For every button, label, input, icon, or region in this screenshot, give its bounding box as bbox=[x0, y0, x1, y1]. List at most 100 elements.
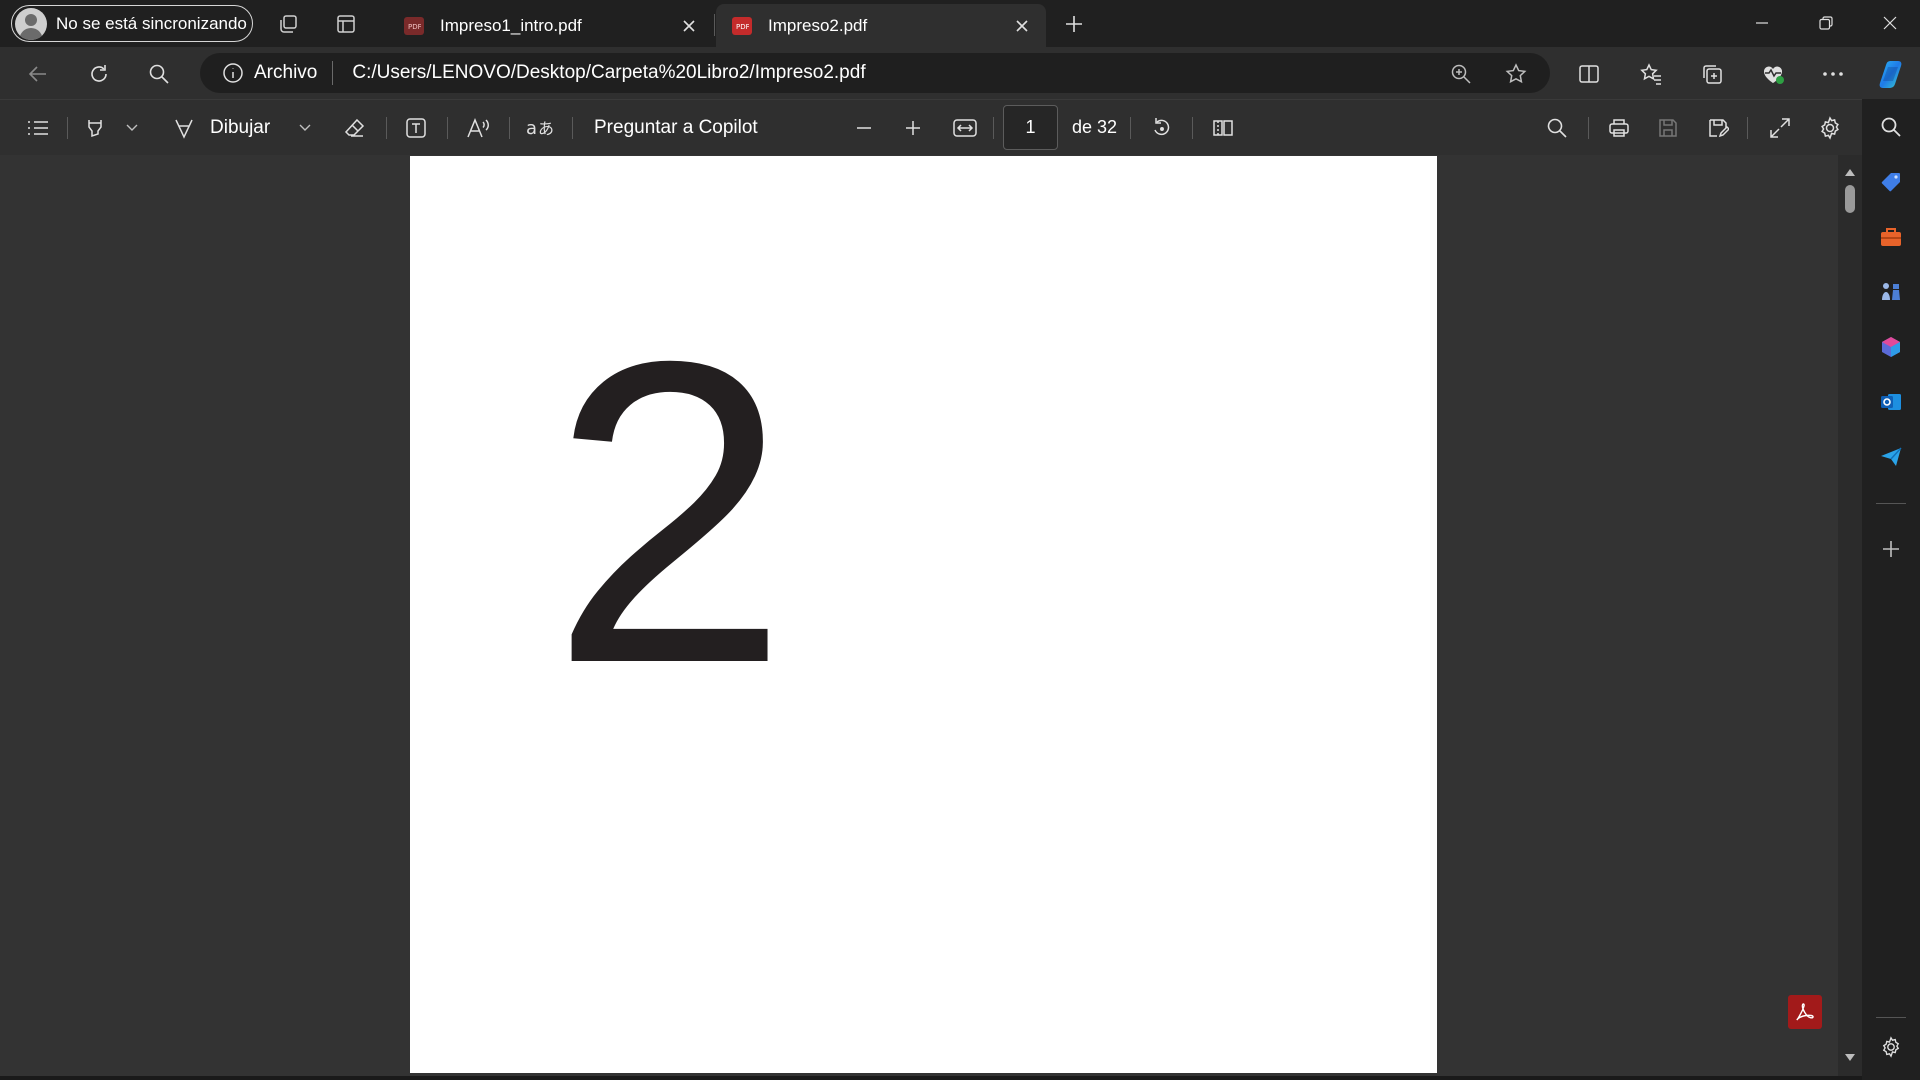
svg-text:PDF: PDF bbox=[736, 23, 749, 31]
pdf-toolbar: Dibujar aあ Preguntar a Copilot de 32 bbox=[0, 99, 1862, 155]
address-bar: Archivo C:/Users/LENOVO/Desktop/Carpeta%… bbox=[0, 47, 1920, 99]
ask-copilot-label: Preguntar a Copilot bbox=[594, 117, 758, 138]
split-screen-icon[interactable] bbox=[1572, 57, 1606, 91]
minimize-icon[interactable] bbox=[1732, 0, 1792, 46]
send-icon[interactable] bbox=[1873, 439, 1909, 475]
fullscreen-icon[interactable] bbox=[1764, 112, 1796, 144]
edge-sidebar bbox=[1862, 99, 1920, 1080]
close-tab-icon[interactable] bbox=[1008, 12, 1036, 40]
chevron-down-icon[interactable] bbox=[295, 112, 315, 144]
scroll-down-arrow-icon[interactable] bbox=[1844, 1053, 1856, 1063]
acrobat-icon[interactable] bbox=[1788, 995, 1822, 1029]
highlight-icon[interactable] bbox=[80, 112, 112, 144]
contents-list-icon[interactable] bbox=[22, 112, 54, 144]
copilot-icon[interactable] bbox=[1873, 56, 1909, 92]
svg-text:あ: あ bbox=[538, 119, 554, 138]
search-icon[interactable] bbox=[142, 57, 176, 91]
pdf-icon: PDF bbox=[732, 16, 752, 35]
page-view-icon[interactable] bbox=[1207, 112, 1239, 144]
site-info-button[interactable]: Archivo bbox=[222, 53, 317, 93]
find-icon[interactable] bbox=[1540, 112, 1574, 144]
zoom-in-icon[interactable] bbox=[897, 112, 929, 144]
toolbar-divider bbox=[509, 117, 510, 139]
draw-label: Dibujar bbox=[210, 117, 271, 138]
fit-width-icon[interactable] bbox=[948, 112, 982, 144]
tools-briefcase-icon[interactable] bbox=[1873, 219, 1909, 255]
zoom-icon[interactable] bbox=[1444, 57, 1478, 91]
tab-divider bbox=[714, 14, 715, 36]
scroll-up-arrow-icon[interactable] bbox=[1844, 167, 1856, 177]
svg-text:a: a bbox=[526, 118, 537, 139]
toolbar-divider bbox=[447, 117, 448, 139]
toolbar-divider bbox=[1130, 117, 1131, 139]
profile-button[interactable]: No se está sincronizando bbox=[11, 5, 253, 42]
new-tab-icon[interactable] bbox=[1058, 8, 1090, 40]
back-arrow-icon[interactable] bbox=[21, 57, 55, 91]
sidebar-settings-gear-icon[interactable] bbox=[1873, 1029, 1909, 1065]
rotate-icon[interactable] bbox=[1146, 112, 1178, 144]
omnibox[interactable]: Archivo C:/Users/LENOVO/Desktop/Carpeta%… bbox=[200, 53, 1550, 93]
save-icon[interactable] bbox=[1652, 112, 1684, 144]
refresh-icon[interactable] bbox=[82, 57, 116, 91]
eraser-icon[interactable] bbox=[339, 112, 371, 144]
add-icon[interactable] bbox=[1873, 531, 1909, 567]
draw-pen-icon bbox=[175, 119, 193, 139]
vertical-scrollbar[interactable] bbox=[1838, 155, 1862, 1080]
info-icon bbox=[223, 63, 243, 83]
tab-title: Impreso2.pdf bbox=[768, 15, 868, 35]
toolbar-divider bbox=[993, 117, 994, 139]
more-menu-icon[interactable] bbox=[1816, 57, 1850, 91]
profile-label: No se está sincronizando bbox=[56, 13, 247, 33]
settings-gear-icon[interactable] bbox=[1814, 112, 1846, 144]
page-large-number: 2 bbox=[550, 351, 789, 671]
avatar-icon bbox=[15, 7, 47, 40]
site-label: Archivo bbox=[254, 62, 318, 83]
translate-icon[interactable]: aあ bbox=[522, 112, 558, 144]
save-as-icon[interactable] bbox=[1702, 112, 1734, 144]
sidebar-divider bbox=[1876, 1017, 1906, 1018]
pdf-icon: PDF bbox=[404, 16, 424, 35]
favorites-icon[interactable] bbox=[1634, 57, 1668, 91]
scrollbar-thumb[interactable] bbox=[1845, 185, 1855, 213]
chevron-down-icon[interactable] bbox=[122, 112, 142, 144]
omnibox-divider bbox=[332, 61, 334, 85]
svg-text:PDF: PDF bbox=[408, 23, 421, 31]
browser-essentials-icon[interactable] bbox=[1756, 57, 1790, 91]
workspaces-icon[interactable] bbox=[272, 8, 304, 40]
favorite-star-icon[interactable] bbox=[1499, 57, 1533, 91]
microsoft-365-icon[interactable] bbox=[1873, 329, 1909, 365]
tab-actions-icon[interactable] bbox=[330, 8, 362, 40]
search-icon[interactable] bbox=[1873, 109, 1909, 145]
close-tab-icon[interactable] bbox=[675, 12, 703, 40]
page-number-input[interactable] bbox=[1003, 105, 1058, 150]
outlook-icon[interactable] bbox=[1873, 384, 1909, 420]
tab-impreso2[interactable]: PDF Impreso2.pdf bbox=[716, 4, 1046, 47]
games-icon[interactable] bbox=[1873, 274, 1909, 310]
sidebar-divider bbox=[1876, 503, 1906, 504]
pdf-page: 2 bbox=[410, 156, 1437, 1073]
shopping-tag-icon[interactable] bbox=[1873, 164, 1909, 200]
tab-impreso1[interactable]: PDF Impreso1_intro.pdf bbox=[388, 4, 713, 47]
print-icon[interactable] bbox=[1603, 112, 1635, 144]
collections-icon[interactable] bbox=[1695, 57, 1729, 91]
pdf-viewer[interactable]: 2 bbox=[0, 155, 1862, 1080]
restore-icon[interactable] bbox=[1796, 0, 1856, 46]
close-window-icon[interactable] bbox=[1860, 0, 1920, 46]
toolbar-divider bbox=[1588, 117, 1589, 139]
zoom-out-icon[interactable] bbox=[848, 112, 880, 144]
toolbar-divider bbox=[1192, 117, 1193, 139]
read-aloud-icon[interactable] bbox=[461, 112, 497, 144]
tab-title: Impreso1_intro.pdf bbox=[440, 15, 582, 35]
page-total-label: de 32 bbox=[1072, 117, 1118, 137]
page-large-number-text: 2 bbox=[550, 351, 789, 671]
text-box-icon[interactable] bbox=[400, 112, 432, 144]
toolbar-divider bbox=[67, 117, 68, 139]
toolbar-divider bbox=[1747, 117, 1748, 139]
bottom-border bbox=[0, 1076, 1862, 1080]
draw-button[interactable]: Dibujar bbox=[172, 112, 270, 144]
toolbar-divider bbox=[572, 117, 573, 139]
toolbar-divider bbox=[386, 117, 387, 139]
tab-bar: No se está sincronizando PDF Impreso1_in… bbox=[0, 0, 1920, 47]
ask-copilot-button[interactable]: Preguntar a Copilot bbox=[594, 112, 758, 144]
url-text[interactable]: C:/Users/LENOVO/Desktop/Carpeta%20Libro2… bbox=[352, 62, 865, 84]
